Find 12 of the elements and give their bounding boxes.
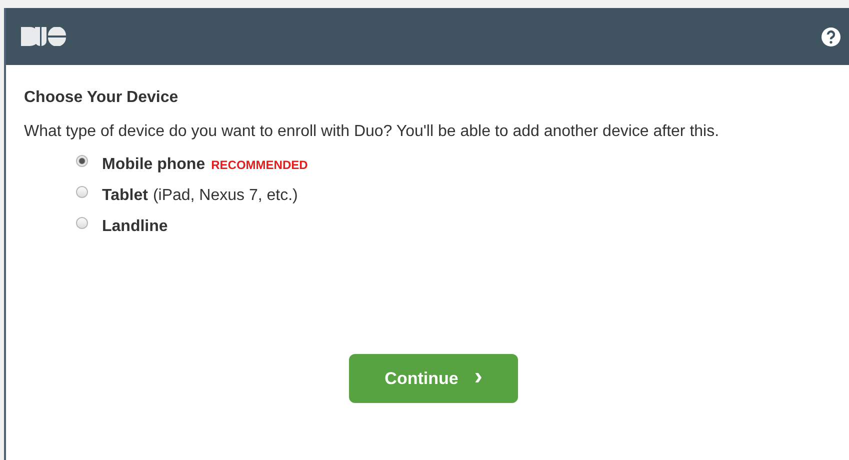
logo-icon (21, 27, 66, 46)
recommended-tag: RECOMMENDED (211, 158, 308, 172)
radio-button[interactable] (76, 155, 88, 167)
option-label[interactable]: Landline (102, 218, 168, 236)
option-label[interactable]: Mobile phone (102, 156, 206, 174)
radio-button[interactable] (76, 186, 88, 198)
option-note: (iPad, Nexus 7, etc.) (152, 187, 298, 205)
page-title: Choose Your Device (24, 89, 180, 107)
option-label[interactable]: Tablet (102, 187, 148, 205)
radio-button[interactable] (76, 217, 88, 229)
help-icon[interactable] (821, 26, 841, 46)
description-text: What type of device do you want to enroll with Duo? You'll be able to add another device after this. (24, 122, 720, 142)
